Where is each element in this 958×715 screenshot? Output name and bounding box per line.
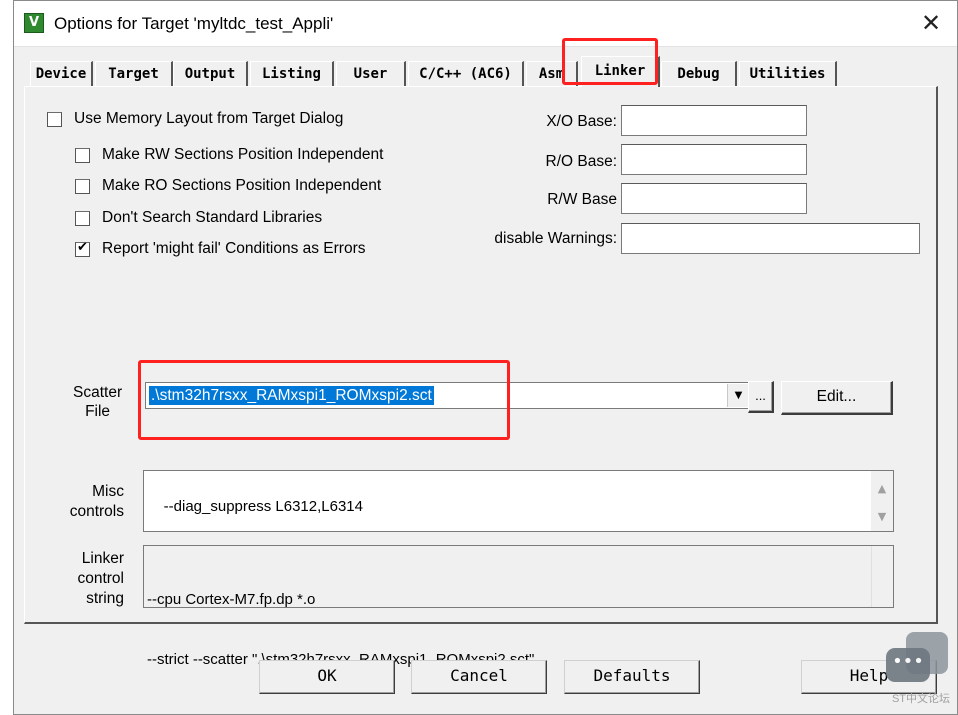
tab-strip: Device Target Output Listing User C/C++ … <box>30 56 940 87</box>
forum-watermark-text: ST中文论坛 <box>891 693 950 705</box>
disable-warnings-label: disable Warnings: <box>494 230 617 247</box>
xo-base-field[interactable] <box>621 105 807 136</box>
disable-warnings-field[interactable] <box>621 223 920 254</box>
xo-base-label: X/O Base: <box>546 113 617 130</box>
misc-controls-value[interactable]: --diag_suppress L6312,L6314 <box>164 498 363 515</box>
ro-base-label: R/O Base: <box>545 153 618 170</box>
tab-target[interactable]: Target <box>95 61 173 87</box>
scatter-file-value[interactable]: .\stm32h7rsxx_RAMxspi1_ROMxspi2.sct <box>149 386 434 405</box>
checkbox-label: Don't Search Standard Libraries <box>102 209 323 226</box>
checkbox-box[interactable] <box>47 111 62 127</box>
tab-linker[interactable]: Linker <box>581 56 660 87</box>
checkbox-label: Make RO Sections Position Independent <box>102 177 382 194</box>
lcs-line-1: --cpu Cortex-M7.fp.dp *.o <box>147 591 316 608</box>
defaults-button[interactable]: Defaults <box>564 660 700 694</box>
misc-controls-textarea[interactable]: --diag_suppress L6312,L6314 ▲ ▼ <box>143 470 894 532</box>
tab-asm[interactable]: Asm <box>526 61 578 87</box>
misc-scrollbar[interactable]: ▲ ▼ <box>871 471 893 531</box>
rw-base-label: R/W Base <box>547 191 617 208</box>
report-might-fail-checkbox[interactable]: Report 'might fail' Conditions as Errors <box>75 240 366 258</box>
title-bar: V Options for Target 'myltdc_test_Appli'… <box>14 1 957 47</box>
lcs-label-line1: Linker <box>81 550 124 567</box>
tab-debug[interactable]: Debug <box>661 61 737 87</box>
ok-button[interactable]: OK <box>259 660 395 694</box>
scroll-down-icon[interactable]: ▼ <box>871 507 893 527</box>
tab-c-cpp-ac6[interactable]: C/C++ (AC6) <box>408 61 524 87</box>
make-rw-pi-checkbox[interactable]: Make RW Sections Position Independent <box>75 146 383 164</box>
close-icon[interactable]: ✕ <box>915 8 947 40</box>
make-ro-pi-checkbox[interactable]: Make RO Sections Position Independent <box>75 177 381 195</box>
rw-base-field[interactable] <box>621 183 807 214</box>
chat-bubble-icon: ••• <box>886 648 930 682</box>
misc-controls-label: Misc controls <box>68 482 124 522</box>
keil-app-icon: V <box>24 13 44 33</box>
tab-user[interactable]: User <box>336 61 406 87</box>
background-editor-edge <box>0 0 14 715</box>
tab-listing[interactable]: Listing <box>250 61 334 87</box>
window-title: Options for Target 'myltdc_test_Appli' <box>54 14 334 33</box>
checkbox-box[interactable] <box>75 147 90 163</box>
checkbox-label: Use Memory Layout from Target Dialog <box>74 110 344 127</box>
ro-base-field[interactable] <box>621 144 807 175</box>
scatter-label-line2: File <box>85 403 111 420</box>
checkbox-box-checked[interactable] <box>75 240 90 257</box>
dont-search-std-libs-checkbox[interactable]: Don't Search Standard Libraries <box>75 209 322 227</box>
use-memory-layout-checkbox[interactable]: Use Memory Layout from Target Dialog <box>47 110 343 128</box>
tab-utilities[interactable]: Utilities <box>739 61 837 87</box>
tab-output[interactable]: Output <box>173 61 248 87</box>
checkbox-label: Report 'might fail' Conditions as Errors <box>102 240 366 257</box>
scatter-label-line1: Scatter <box>73 384 123 401</box>
lcs-label-line3: string <box>86 590 124 607</box>
edit-scatter-button[interactable]: Edit... <box>781 381 893 415</box>
cancel-button[interactable]: Cancel <box>411 660 547 694</box>
tab-device[interactable]: Device <box>30 61 93 87</box>
linker-control-string-box: --cpu Cortex-M7.fp.dp *.o --strict --sca… <box>143 545 894 668</box>
lcs-scrollbar <box>871 546 893 607</box>
misc-label-line2: controls <box>69 503 124 520</box>
scatter-file-label: Scatter File <box>73 383 122 421</box>
checkbox-label: Make RW Sections Position Independent <box>102 146 384 163</box>
scroll-up-icon[interactable]: ▲ <box>871 479 893 499</box>
lcs-label-line2: control <box>77 570 124 587</box>
linker-tab-panel: Use Memory Layout from Target Dialog Mak… <box>24 86 938 624</box>
checkbox-box[interactable] <box>75 210 90 226</box>
misc-label-line1: Misc <box>92 483 124 500</box>
browse-button[interactable]: ... <box>748 381 774 413</box>
scatter-file-combo[interactable]: .\stm32h7rsxx_RAMxspi1_ROMxspi2.sct ▼ <box>145 382 751 409</box>
linker-control-string-label: Linker control string <box>68 549 124 609</box>
options-dialog: V Options for Target 'myltdc_test_Appli'… <box>13 0 958 715</box>
checkbox-box[interactable] <box>75 178 90 194</box>
chevron-down-icon[interactable]: ▼ <box>727 384 749 407</box>
